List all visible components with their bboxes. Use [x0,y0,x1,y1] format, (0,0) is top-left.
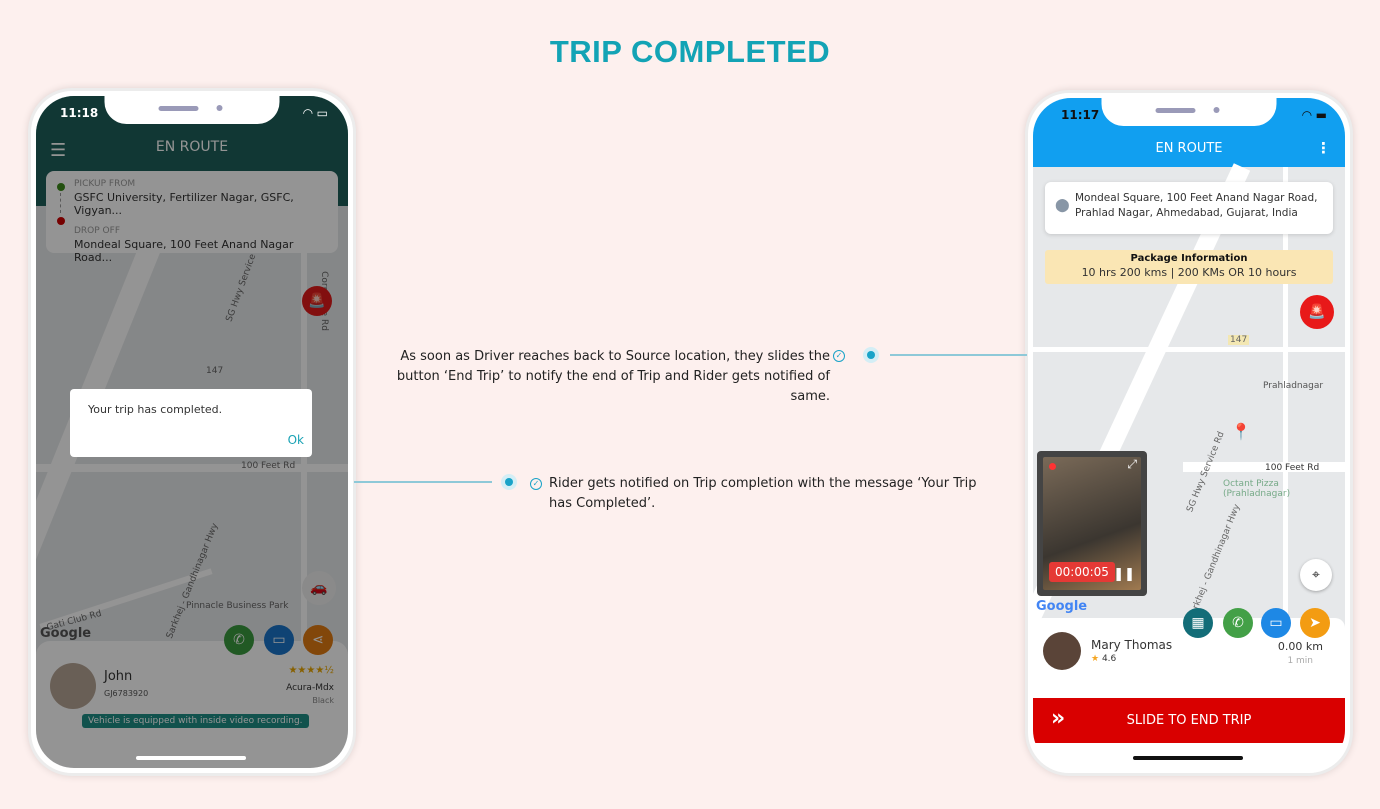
map[interactable]: SG Hwy Service Rd 147 100 Feet Rd Prahla… [1033,163,1345,648]
location-pin-icon: ⬤ [1055,198,1070,213]
chat-button[interactable]: ▭ [1261,608,1291,638]
rider-phone: 11:18 ◠ ▭ ☰ EN ROUTE SG Hwy Service Rd 1… [28,88,356,776]
trip-completed-dialog: Your trip has completed. Ok [70,389,312,457]
pause-button[interactable]: ❚❚ [1113,567,1135,582]
destination-address: Mondeal Square, 100 Feet Anand Nagar Roa… [1075,192,1318,219]
destination-pin-icon: 📍 [1231,422,1251,441]
home-indicator [1133,756,1243,760]
dialog-ok-button[interactable]: Ok [288,433,304,447]
notch [104,96,280,124]
cancel-package-button[interactable]: ▦ [1183,608,1213,638]
call-button[interactable]: ✆ [1223,608,1253,638]
rider-note: Rider gets notified on Trip completion w… [549,476,977,511]
recording-dot-icon [1049,463,1056,470]
check-icon: ✓ [833,350,845,362]
video-timer: 00:00:05 [1049,562,1115,582]
destination-card[interactable]: ⬤ Mondeal Square, 100 Feet Anand Nagar R… [1045,182,1333,234]
header-title: EN ROUTE [1155,141,1223,156]
check-icon: ✓ [530,478,542,490]
slide-to-end-trip[interactable]: » SLIDE TO END TRIP [1033,698,1345,743]
connector-line [890,354,1027,356]
expand-icon[interactable]: ⤢ [1127,457,1137,472]
status-time: 11:17 [1061,108,1100,122]
connector-dot [501,474,517,490]
wifi-battery-icon: ◠ ▭ [303,106,328,120]
package-info: Package Information 10 hrs 200 kms | 200… [1045,250,1333,284]
connector-line [354,481,492,483]
driver-phone: 11:17 ◠ ▬ EN ROUTE ⋮ SG Hwy Service Rd 1… [1025,90,1353,776]
navigate-button[interactable]: ➤ [1300,608,1330,638]
status-time: 11:18 [60,106,99,120]
rider-rating: 4.6 [1101,654,1117,664]
rider-screen: 11:18 ◠ ▭ ☰ EN ROUTE SG Hwy Service Rd 1… [36,96,348,768]
rider-panel: Mary Thomas ★ 4.6 0.00 km 1 min » SLIDE … [1033,618,1345,768]
driver-note: As soon as Driver reaches back to Source… [396,349,830,404]
eta: 1 min [1287,656,1313,666]
video-preview[interactable]: ⤢ 00:00:05 ❚❚ [1037,451,1147,596]
rider-avatar [1043,632,1081,670]
dialog-message: Your trip has completed. [88,403,223,416]
driver-screen: 11:17 ◠ ▬ EN ROUTE ⋮ SG Hwy Service Rd 1… [1033,98,1345,768]
connector-dot [863,347,879,363]
my-location-button[interactable]: ⌖ [1300,559,1332,591]
rider-name: Mary Thomas [1091,638,1173,652]
wifi-battery-icon: ◠ ▬ [1302,108,1327,122]
page-title: TRIP COMPLETED [549,34,831,69]
notch [1101,98,1277,126]
more-options-icon[interactable]: ⋮ [1316,139,1331,157]
sos-icon[interactable]: 🚨 [1300,295,1334,329]
home-indicator [136,756,246,760]
distance: 0.00 km [1277,640,1323,653]
